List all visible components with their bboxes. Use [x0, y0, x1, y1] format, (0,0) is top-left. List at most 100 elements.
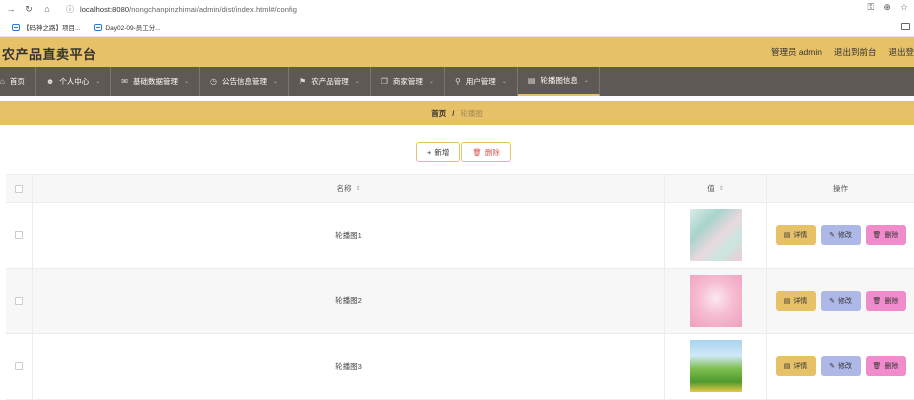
document-icon: ▤ [783, 297, 791, 305]
batch-delete-button[interactable]: 🗑 删除 [461, 142, 511, 162]
nav-item-basic-data[interactable]: ✉ 基础数据管理 ⌄ [111, 67, 201, 96]
edit-button[interactable]: ✎ 修改 [820, 356, 861, 377]
nav-item-home[interactable]: ⌂ 首页 [0, 67, 36, 96]
nav-label: 公告信息管理 [222, 77, 268, 86]
breadcrumb-home[interactable]: 首页 [431, 108, 446, 119]
column-ops-label: 操作 [833, 184, 848, 193]
trash-icon: 🗑 [872, 232, 882, 240]
bookmark-item[interactable]: 【码神之路】项目... [12, 22, 80, 32]
chevron-down-icon: ⌄ [501, 79, 507, 85]
nav-label: 轮播图信息 [540, 76, 578, 85]
stack-icon: ▤ [527, 76, 536, 85]
bookmark-star-icon[interactable]: ☆ [900, 2, 908, 13]
detail-button[interactable]: ▤ 详情 [775, 356, 816, 377]
user-icon: ☻ [45, 77, 55, 86]
home-icon: ⌂ [0, 77, 5, 86]
detail-button[interactable]: ▤ 详情 [775, 290, 816, 311]
row-name: 轮播图3 [33, 334, 665, 399]
nav-label: 基础数据管理 [133, 77, 178, 86]
select-all-checkbox[interactable] [15, 184, 23, 193]
delete-label: 删除 [884, 297, 899, 305]
column-header-name[interactable]: 名称 ⇕ [33, 175, 665, 202]
data-table: 名称 ⇕ 值 ⇕ 操作 轮播图1 ▤ 详情 ✎ 修改 🗑 删除 轮播图2 ▤ 详情 ✎ 修改 … [6, 174, 914, 400]
row-name: 轮播图1 [33, 203, 665, 268]
detail-button[interactable]: ▤ 详情 [775, 225, 816, 246]
bookmark-icon [12, 23, 20, 31]
row-checkbox[interactable] [15, 296, 23, 305]
chevron-down-icon: ⌄ [583, 78, 589, 84]
current-user: 管理员 admin [770, 47, 822, 57]
row-check-cell [6, 203, 33, 268]
sort-icon[interactable]: ⇕ [719, 185, 724, 192]
delete-button[interactable]: 🗑 删除 [865, 356, 906, 377]
folder-icon[interactable] [901, 23, 910, 30]
home-icon[interactable]: ⌂ [40, 2, 54, 16]
bookmark-icon [94, 23, 103, 31]
trash-icon: 🗑 [872, 363, 882, 371]
url-path: /nongchanpinzhimai/admin/dist/index.html… [129, 4, 297, 14]
plus-icon: + [427, 147, 432, 157]
bookmark-label: Day02-09-员工分... [105, 25, 161, 32]
add-button-label: 新增 [434, 147, 450, 157]
row-check-cell [6, 334, 33, 399]
edit-label: 修改 [837, 297, 852, 305]
document-icon: ▤ [783, 363, 791, 371]
nav-item-merchants[interactable]: ❐ 商家管理 ⌄ [371, 67, 445, 96]
mail-icon: ✉ [121, 77, 128, 86]
toolbar: + 新增 🗑 删除 [416, 142, 511, 162]
bookmarks-bar: 【码神之路】项目... Day02-09-员工分... [0, 18, 914, 37]
add-button[interactable]: + 新增 [416, 142, 461, 162]
table-row: 轮播图2 ▤ 详情 ✎ 修改 🗑 删除 [6, 268, 914, 334]
delete-button-label: 删除 [484, 147, 500, 157]
bookmark-item[interactable]: Day02-09-员工分... [94, 22, 161, 32]
table-row: 轮播图1 ▤ 详情 ✎ 修改 🗑 删除 [6, 203, 914, 269]
chevron-down-icon: ⌄ [428, 79, 434, 85]
reload-icon[interactable]: ↻ [22, 2, 36, 16]
key-icon[interactable]: ⚿ [868, 2, 875, 13]
url-host: localhost:8080 [80, 4, 130, 14]
trash-icon: 🗑 [472, 147, 482, 157]
edit-button[interactable]: ✎ 修改 [820, 225, 861, 246]
back-arrow-icon[interactable]: → [4, 2, 18, 16]
nav-label: 用户管理 [465, 77, 496, 86]
delete-button[interactable]: 🗑 删除 [865, 225, 906, 246]
carousel-thumbnail[interactable] [689, 274, 742, 327]
to-front-link[interactable]: 退出到前台 [834, 46, 877, 58]
url-field[interactable]: localhost:8080/nongchanpinzhimai/admin/d… [80, 5, 297, 14]
carousel-thumbnail[interactable] [689, 340, 742, 393]
breadcrumb: 首页 / 轮播图 [0, 101, 914, 125]
main-nav: ⌂ 首页 ☻ 个人中心 ⌄ ✉ 基础数据管理 ⌄ ◷ 公告信息管理 ⌄ ⚑ 农产… [0, 67, 914, 96]
edit-label: 修改 [837, 363, 852, 371]
nav-item-profile[interactable]: ☻ 个人中心 ⌄ [36, 67, 112, 96]
sort-icon[interactable]: ⇕ [355, 185, 360, 192]
flag-icon: ⚑ [299, 77, 307, 86]
bookmark-label: 【码神之路】项目... [23, 25, 81, 32]
carousel-thumbnail[interactable] [689, 209, 742, 262]
select-all-cell [6, 175, 33, 202]
row-image-cell [665, 203, 767, 268]
nav-item-notice[interactable]: ◷ 公告信息管理 ⌄ [200, 67, 290, 96]
edit-button[interactable]: ✎ 修改 [820, 290, 861, 311]
chevron-down-icon: ⌄ [273, 79, 279, 85]
row-image-cell [665, 268, 767, 333]
pencil-icon: ✎ [829, 232, 835, 240]
column-header-value[interactable]: 值 ⇕ [665, 175, 767, 202]
pencil-icon: ✎ [829, 363, 835, 371]
delete-label: 删除 [884, 363, 899, 371]
nav-item-users[interactable]: ⚲ 用户管理 ⌄ [445, 67, 518, 96]
app-header: 农产品直卖平台 管理员 admin 退出到前台 退出登 [0, 37, 914, 67]
row-image-cell [665, 334, 767, 399]
site-info-icon[interactable]: ⓘ [66, 4, 74, 15]
nav-item-products[interactable]: ⚑ 农产品管理 ⌄ [289, 67, 371, 96]
logout-link[interactable]: 退出登 [888, 46, 914, 58]
chevron-down-icon: ⌄ [354, 79, 360, 85]
chevron-down-icon: ⌄ [184, 79, 190, 85]
row-checkbox[interactable] [15, 231, 23, 240]
delete-button[interactable]: 🗑 删除 [865, 290, 906, 311]
column-value-label: 值 [707, 184, 715, 193]
nav-item-carousel[interactable]: ▤ 轮播图信息 ⌄ [517, 67, 600, 96]
row-checkbox[interactable] [15, 362, 23, 371]
detail-label: 详情 [793, 363, 808, 371]
clock-icon: ◷ [210, 77, 218, 86]
zoom-icon[interactable]: ⊕ [883, 2, 891, 13]
